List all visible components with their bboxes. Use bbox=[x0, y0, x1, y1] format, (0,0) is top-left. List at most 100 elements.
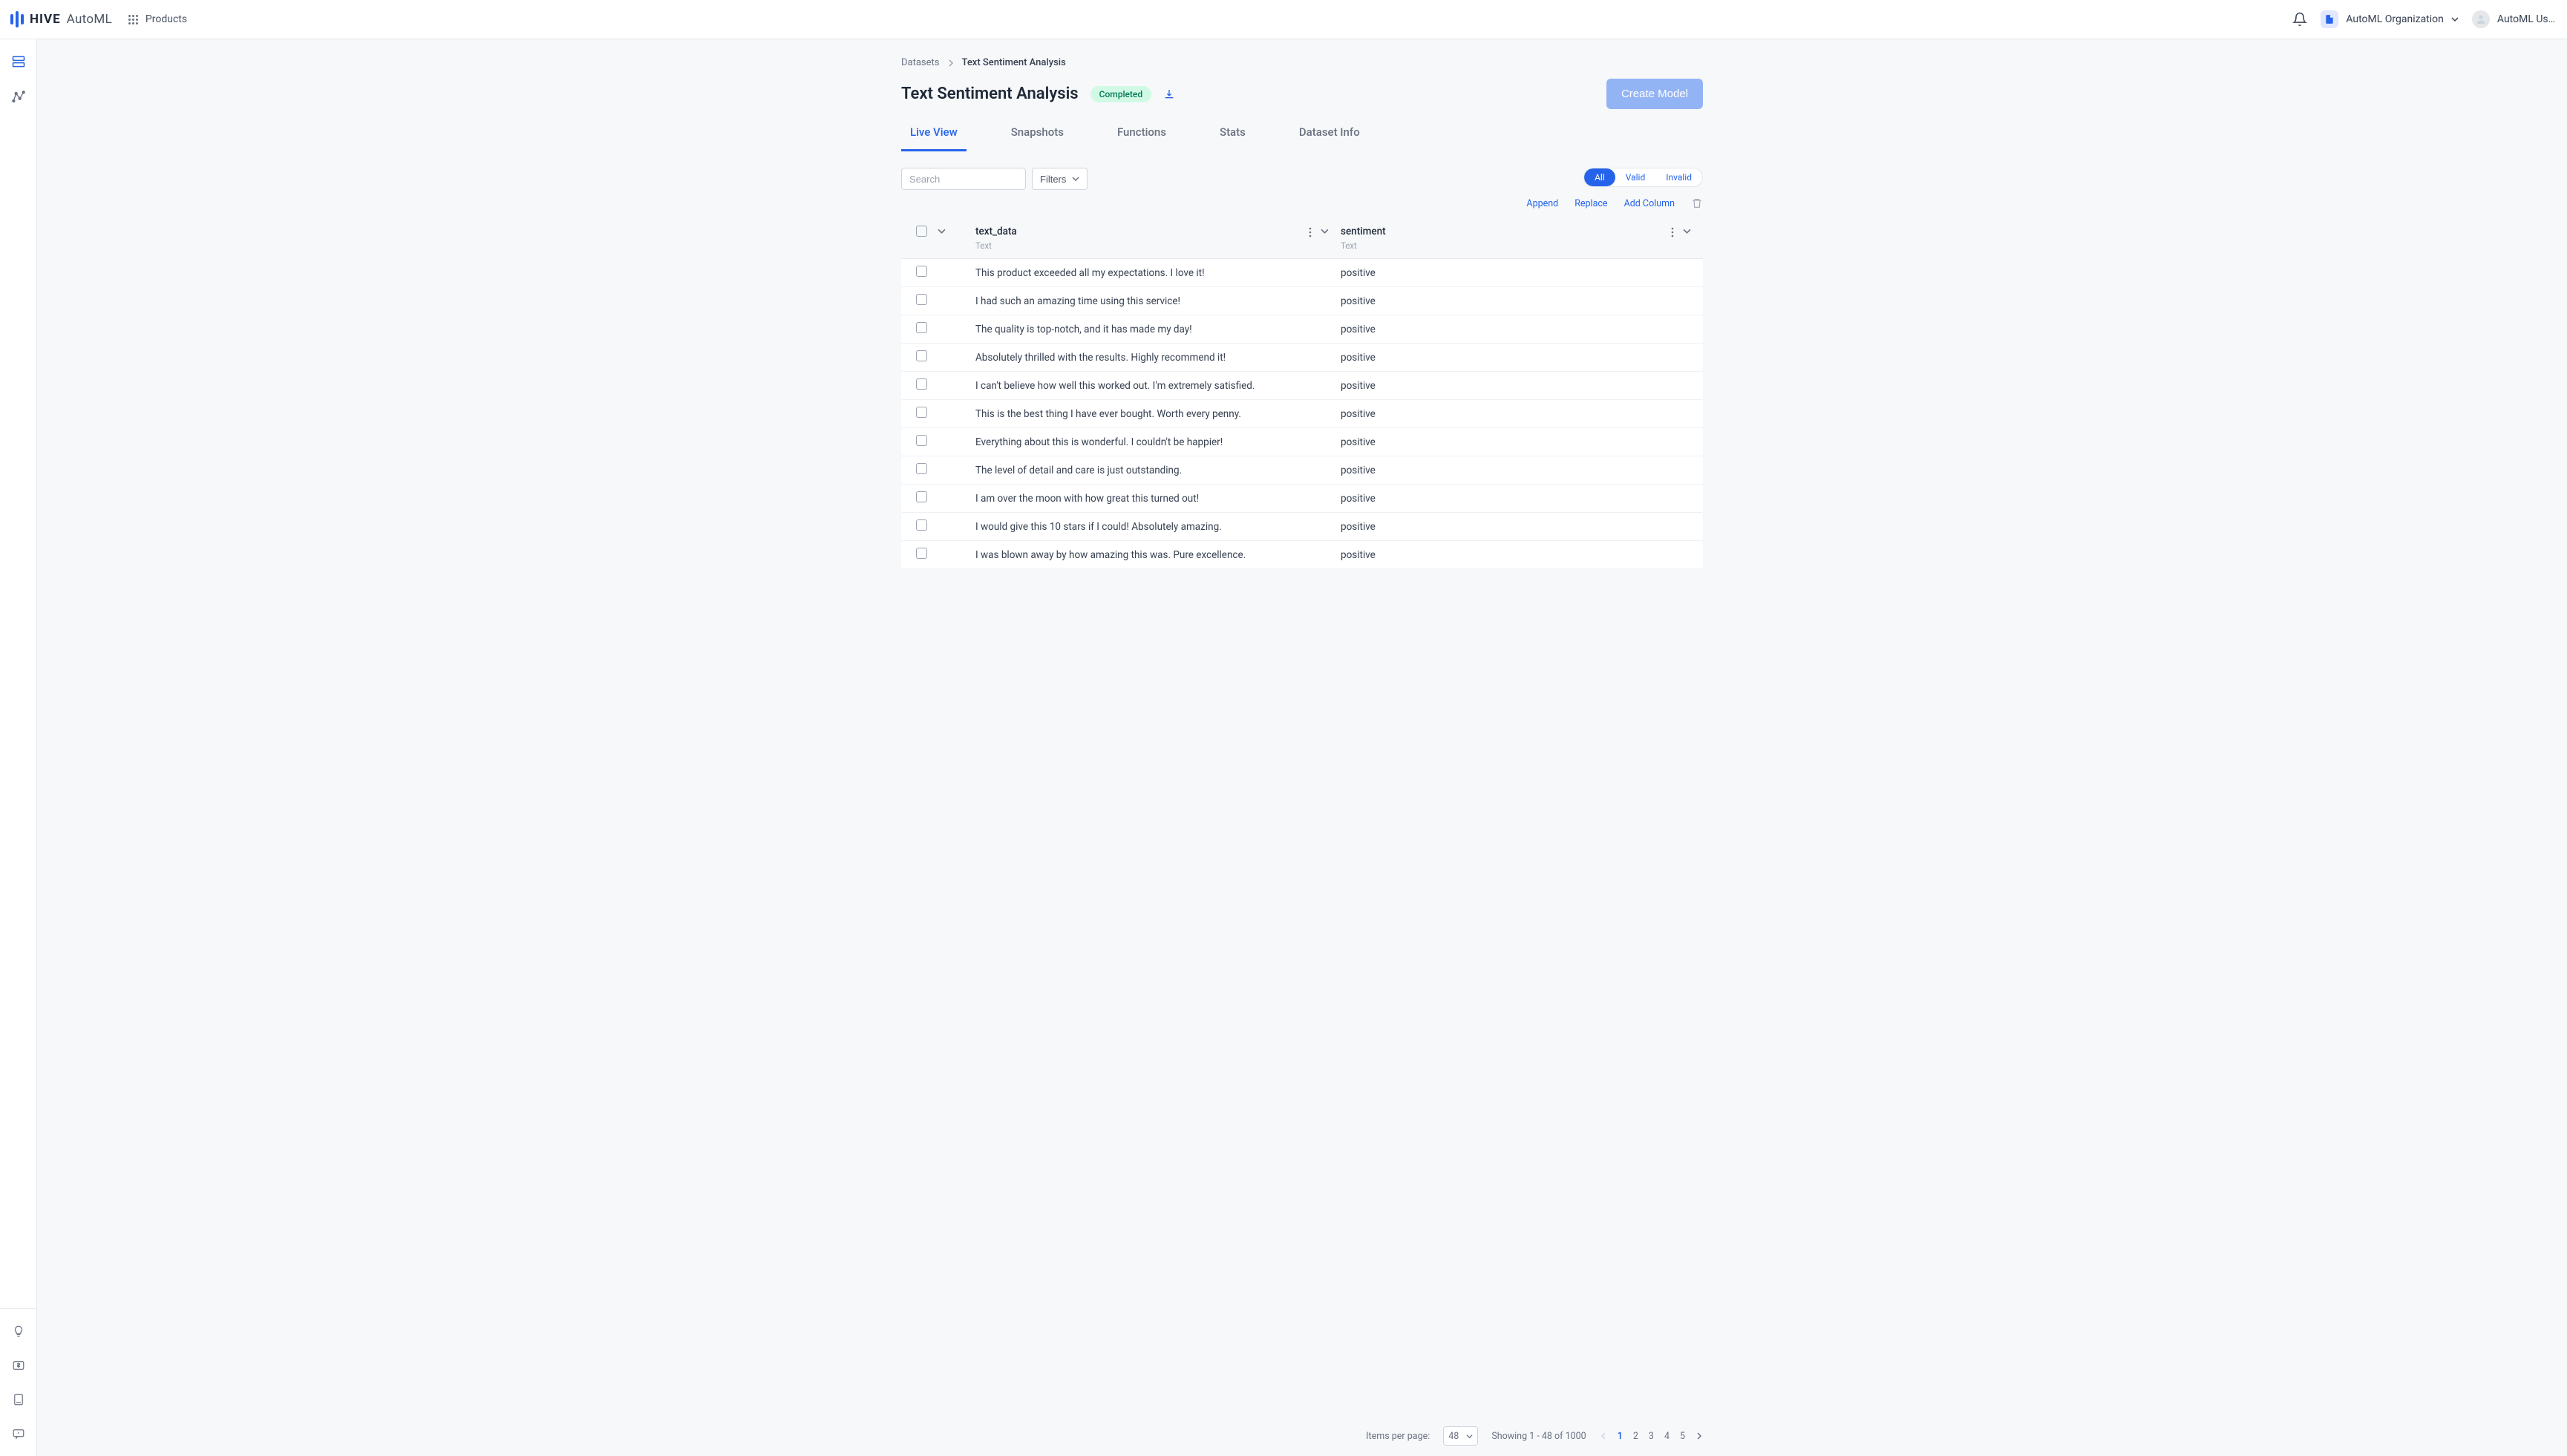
chevron-down-icon bbox=[938, 227, 946, 235]
sidebar-item-billing[interactable] bbox=[10, 1357, 27, 1374]
table-row[interactable]: This is the best thing I have ever bough… bbox=[901, 400, 1703, 428]
cell-sentiment: positive bbox=[1341, 465, 1703, 476]
table-row[interactable]: I can't believe how well this worked out… bbox=[901, 372, 1703, 400]
cell-text-data: Absolutely thrilled with the results. Hi… bbox=[975, 352, 1341, 364]
logo[interactable]: HIVE AutoML bbox=[10, 11, 112, 27]
page-3[interactable]: 3 bbox=[1649, 1431, 1654, 1442]
logo-brand: HIVE bbox=[30, 12, 61, 27]
cell-text-data: I am over the moon with how great this t… bbox=[975, 493, 1341, 505]
organization-switcher[interactable]: AutoML Organization bbox=[2321, 10, 2459, 28]
validity-invalid[interactable]: Invalid bbox=[1655, 168, 1702, 186]
page-4[interactable]: 4 bbox=[1664, 1431, 1670, 1442]
append-link[interactable]: Append bbox=[1526, 198, 1558, 209]
row-checkbox[interactable] bbox=[916, 407, 927, 418]
table-row[interactable]: Absolutely thrilled with the results. Hi… bbox=[901, 344, 1703, 372]
tab-live-view[interactable]: Live View bbox=[901, 125, 967, 151]
select-all-checkbox[interactable] bbox=[916, 226, 927, 237]
replace-link[interactable]: Replace bbox=[1574, 198, 1607, 209]
org-name: AutoML Organization bbox=[2346, 13, 2444, 25]
table-row[interactable]: I was blown away by how amazing this was… bbox=[901, 541, 1703, 569]
table-row[interactable]: I had such an amazing time using this se… bbox=[901, 287, 1703, 315]
row-checkbox[interactable] bbox=[916, 435, 927, 446]
table-row[interactable]: Everything about this is wonderful. I co… bbox=[901, 428, 1703, 456]
delete-button[interactable] bbox=[1691, 197, 1703, 209]
row-checkbox[interactable] bbox=[916, 266, 927, 277]
table-row[interactable]: This product exceeded all my expectation… bbox=[901, 259, 1703, 287]
tab-dataset-info[interactable]: Dataset Info bbox=[1290, 125, 1369, 151]
column-sort[interactable] bbox=[1321, 227, 1329, 237]
search-input[interactable] bbox=[901, 168, 1026, 190]
cell-text-data: I can't believe how well this worked out… bbox=[975, 380, 1341, 392]
row-checkbox[interactable] bbox=[916, 548, 927, 559]
table-row[interactable]: I would give this 10 stars if I could! A… bbox=[901, 513, 1703, 541]
column-sort[interactable] bbox=[1683, 227, 1691, 237]
select-options[interactable] bbox=[938, 227, 946, 235]
row-checkbox[interactable] bbox=[916, 519, 927, 531]
breadcrumb-root[interactable]: Datasets bbox=[901, 57, 940, 68]
notifications-button[interactable] bbox=[2292, 12, 2307, 27]
validity-all[interactable]: All bbox=[1584, 168, 1615, 186]
cell-text-data: I would give this 10 stars if I could! A… bbox=[975, 521, 1341, 533]
showing-text: Showing 1 - 48 of 1000 bbox=[1491, 1431, 1586, 1442]
row-checkbox[interactable] bbox=[916, 491, 927, 502]
cell-text-data: I had such an amazing time using this se… bbox=[975, 295, 1341, 307]
cell-sentiment: positive bbox=[1341, 267, 1703, 279]
sidebar-item-docs[interactable] bbox=[10, 1391, 27, 1409]
table-row[interactable]: I am over the moon with how great this t… bbox=[901, 485, 1703, 513]
table-row[interactable]: The quality is top-notch, and it has mad… bbox=[901, 315, 1703, 344]
items-per-page-label: Items per page: bbox=[1366, 1431, 1430, 1442]
status-badge: Completed bbox=[1090, 86, 1152, 102]
breadcrumb: Datasets Text Sentiment Analysis bbox=[901, 57, 1703, 68]
user-menu[interactable]: AutoML Us… bbox=[2472, 10, 2555, 28]
create-model-button[interactable]: Create Model bbox=[1606, 79, 1703, 109]
items-per-page-select[interactable]: 48 bbox=[1443, 1426, 1478, 1446]
row-checkbox[interactable] bbox=[916, 350, 927, 361]
products-button[interactable]: Products bbox=[128, 13, 187, 25]
dots-vertical-icon bbox=[1309, 227, 1312, 237]
filters-label: Filters bbox=[1040, 174, 1066, 185]
tab-stats[interactable]: Stats bbox=[1211, 125, 1255, 151]
page-2[interactable]: 2 bbox=[1633, 1431, 1638, 1442]
column-type: Text bbox=[975, 240, 1341, 251]
chevron-down-icon bbox=[1072, 175, 1079, 183]
avatar-icon bbox=[2472, 10, 2490, 28]
main-content: Datasets Text Sentiment Analysis Text Se… bbox=[37, 39, 2567, 1456]
table-row[interactable]: The level of detail and care is just out… bbox=[901, 456, 1703, 485]
cell-sentiment: positive bbox=[1341, 521, 1703, 533]
cell-sentiment: positive bbox=[1341, 408, 1703, 420]
row-checkbox[interactable] bbox=[916, 294, 927, 305]
download-button[interactable] bbox=[1163, 88, 1175, 100]
tab-snapshots[interactable]: Snapshots bbox=[1002, 125, 1073, 151]
page-5[interactable]: 5 bbox=[1680, 1431, 1685, 1442]
column-menu[interactable] bbox=[1309, 227, 1312, 237]
prev-page[interactable] bbox=[1600, 1432, 1607, 1440]
chevron-left-icon bbox=[1600, 1432, 1607, 1440]
validity-valid[interactable]: Valid bbox=[1615, 168, 1656, 186]
row-checkbox[interactable] bbox=[916, 378, 927, 390]
sidebar-item-feedback[interactable] bbox=[10, 1425, 27, 1443]
column-menu[interactable] bbox=[1671, 227, 1674, 237]
dots-vertical-icon bbox=[1671, 227, 1674, 237]
sidebar-item-ideas[interactable] bbox=[10, 1322, 27, 1340]
row-checkbox[interactable] bbox=[916, 322, 927, 333]
tab-functions[interactable]: Functions bbox=[1108, 125, 1175, 151]
row-checkbox[interactable] bbox=[916, 463, 927, 474]
cell-sentiment: positive bbox=[1341, 324, 1703, 335]
next-page[interactable] bbox=[1695, 1432, 1703, 1440]
cell-sentiment: positive bbox=[1341, 493, 1703, 505]
grid-icon bbox=[128, 15, 138, 24]
sidebar-item-models[interactable] bbox=[10, 88, 27, 106]
chevron-down-icon bbox=[1466, 1433, 1473, 1440]
sidebar-item-datasets[interactable] bbox=[10, 53, 27, 70]
add-column-link[interactable]: Add Column bbox=[1624, 198, 1675, 209]
lightbulb-icon bbox=[12, 1325, 25, 1338]
page-1[interactable]: 1 bbox=[1618, 1431, 1623, 1442]
column-type: Text bbox=[1341, 240, 1688, 251]
chevron-down-icon bbox=[1683, 227, 1691, 235]
filters-button[interactable]: Filters bbox=[1032, 168, 1088, 190]
items-per-page-value: 48 bbox=[1448, 1431, 1459, 1442]
cell-sentiment: positive bbox=[1341, 295, 1703, 307]
dollar-icon bbox=[12, 1359, 25, 1372]
cell-text-data: This is the best thing I have ever bough… bbox=[975, 408, 1341, 420]
cell-text-data: Everything about this is wonderful. I co… bbox=[975, 436, 1341, 448]
